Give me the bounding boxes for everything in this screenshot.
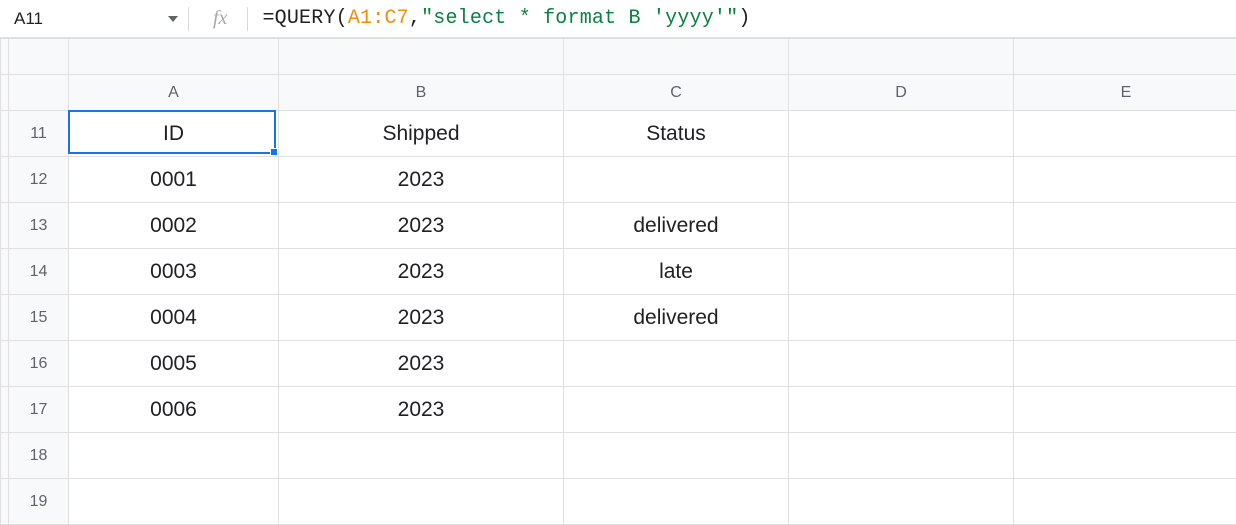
cell[interactable] [789, 433, 1014, 479]
cell[interactable]: Shipped [279, 111, 564, 157]
cell[interactable]: 2023 [279, 203, 564, 249]
cell[interactable] [789, 341, 1014, 387]
formula-bar[interactable]: =QUERY(A1:C7,"select * format B 'yyyy'") [248, 7, 1236, 30]
cell[interactable]: 2023 [279, 157, 564, 203]
fx-icon: fx [189, 7, 247, 30]
row-header[interactable]: 15 [9, 295, 69, 341]
cell[interactable] [564, 387, 789, 433]
grid-row: 11IDShippedStatus [1, 111, 1236, 157]
select-all-corner[interactable] [9, 75, 69, 111]
formula-comma: , [409, 7, 421, 30]
cell[interactable]: 0005 [69, 341, 279, 387]
formula-range: A1:C7 [348, 7, 409, 30]
spacer [1, 295, 9, 341]
spacer-row [1, 39, 1236, 75]
cell[interactable] [1014, 249, 1236, 295]
col-header-E[interactable]: E [1014, 75, 1236, 111]
cell[interactable] [279, 433, 564, 479]
cell[interactable] [1014, 157, 1236, 203]
cell[interactable]: delivered [564, 203, 789, 249]
cell[interactable] [789, 203, 1014, 249]
cell[interactable]: 2023 [279, 341, 564, 387]
name-and-formula-bar: A11 fx =QUERY(A1:C7,"select * format B '… [0, 0, 1236, 38]
name-box[interactable]: A11 [0, 0, 188, 37]
row-header[interactable]: 17 [9, 387, 69, 433]
cell[interactable] [789, 249, 1014, 295]
grid-row: 1300022023delivered [1, 203, 1236, 249]
formula-open: ( [336, 7, 348, 30]
cell[interactable] [789, 387, 1014, 433]
cell[interactable] [1014, 387, 1236, 433]
chevron-down-icon[interactable] [168, 16, 178, 22]
row-header[interactable]: 13 [9, 203, 69, 249]
col-header-A[interactable]: A [69, 75, 279, 111]
grid-row: 1200012023 [1, 157, 1236, 203]
cell[interactable]: 0002 [69, 203, 279, 249]
grid-row: 18 [1, 433, 1236, 479]
spacer [1, 157, 9, 203]
row-header[interactable]: 14 [9, 249, 69, 295]
cell[interactable]: 2023 [279, 387, 564, 433]
column-header-row: A B C D E [1, 75, 1236, 111]
cell[interactable] [1014, 341, 1236, 387]
cell[interactable]: delivered [564, 295, 789, 341]
spreadsheet-grid[interactable]: A B C D E 11IDShippedStatus1200012023130… [0, 38, 1236, 525]
spacer [1, 75, 9, 111]
cell[interactable] [789, 111, 1014, 157]
cell[interactable] [69, 433, 279, 479]
cell[interactable]: 0003 [69, 249, 279, 295]
row-header[interactable]: 18 [9, 433, 69, 479]
formula-string: "select * format B 'yyyy'" [421, 7, 738, 30]
cell[interactable]: 0004 [69, 295, 279, 341]
row-header[interactable]: 12 [9, 157, 69, 203]
cell[interactable] [564, 433, 789, 479]
cell[interactable] [564, 341, 789, 387]
cell[interactable]: late [564, 249, 789, 295]
grid-row: 1600052023 [1, 341, 1236, 387]
cell[interactable] [1014, 433, 1236, 479]
cell[interactable]: 2023 [279, 249, 564, 295]
cell[interactable]: 2023 [279, 295, 564, 341]
cell[interactable] [1014, 295, 1236, 341]
cell[interactable] [1014, 203, 1236, 249]
cell[interactable] [564, 157, 789, 203]
cell[interactable] [1014, 111, 1236, 157]
cell[interactable]: 0006 [69, 387, 279, 433]
name-box-value: A11 [14, 9, 43, 29]
cell[interactable]: Status [564, 111, 789, 157]
spacer [1, 341, 9, 387]
row-header[interactable]: 16 [9, 341, 69, 387]
formula-func: QUERY [275, 7, 336, 30]
grid-row: 1500042023delivered [1, 295, 1236, 341]
col-header-B[interactable]: B [279, 75, 564, 111]
spacer [1, 111, 9, 157]
spacer [1, 249, 9, 295]
spacer [1, 387, 9, 433]
cell[interactable] [789, 295, 1014, 341]
col-header-C[interactable]: C [564, 75, 789, 111]
col-header-D[interactable]: D [789, 75, 1014, 111]
spacer [1, 203, 9, 249]
cell[interactable] [789, 157, 1014, 203]
grid-row: 1400032023late [1, 249, 1236, 295]
formula-close: ) [738, 7, 750, 30]
cell[interactable]: 0001 [69, 157, 279, 203]
cell[interactable]: ID [69, 111, 279, 157]
row-header[interactable]: 11 [9, 111, 69, 157]
formula-prefix: = [262, 7, 274, 30]
grid-row: 1700062023 [1, 387, 1236, 433]
spacer [1, 433, 9, 479]
